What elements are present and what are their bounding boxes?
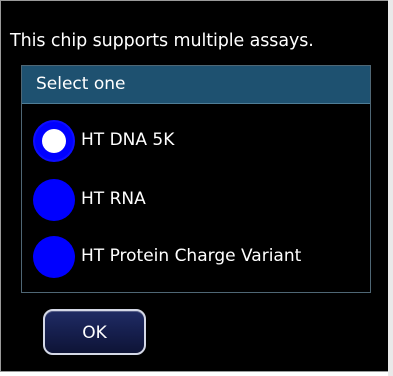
assay-options-panel: Select one HT DNA 5K HT RNA HT Protein C… (21, 65, 371, 293)
assay-option-label: HT Protein Charge Variant (81, 246, 302, 266)
radio-button[interactable] (33, 179, 75, 221)
assay-option-ht-dna-5k[interactable]: HT DNA 5K (33, 120, 363, 166)
panel-header: Select one (22, 66, 370, 104)
window-edge (388, 0, 393, 376)
assay-selection-dialog: This chip supports multiple assays. Sele… (0, 0, 390, 372)
assay-option-label: HT DNA 5K (81, 130, 175, 150)
panel-title: Select one (36, 74, 126, 94)
assay-option-ht-protein-charge-variant[interactable]: HT Protein Charge Variant (33, 236, 363, 282)
dialog-message: This chip supports multiple assays. (10, 31, 314, 51)
radio-selected-dot (42, 129, 66, 153)
ok-button-label: OK (82, 323, 107, 343)
assay-option-label: HT RNA (81, 189, 146, 209)
ok-button[interactable]: OK (43, 309, 146, 355)
radio-button-selected[interactable] (33, 120, 75, 162)
assay-option-ht-rna[interactable]: HT RNA (33, 179, 363, 225)
radio-button[interactable] (33, 236, 75, 278)
